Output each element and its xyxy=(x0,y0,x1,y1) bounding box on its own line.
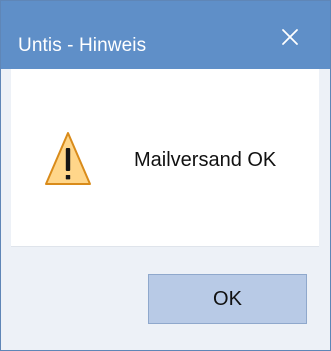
message-text: Mailversand OK xyxy=(134,149,277,171)
title-bar: Untis - Hinweis xyxy=(1,1,330,69)
close-button[interactable] xyxy=(272,20,308,54)
message-dialog: Untis - Hinweis Mailversand OK OK xyxy=(0,0,331,351)
warning-icon xyxy=(45,132,91,185)
window-title: Untis - Hinweis xyxy=(18,35,147,56)
close-icon xyxy=(282,29,298,45)
ok-button[interactable]: OK xyxy=(148,274,307,324)
footer-divider xyxy=(11,246,319,247)
